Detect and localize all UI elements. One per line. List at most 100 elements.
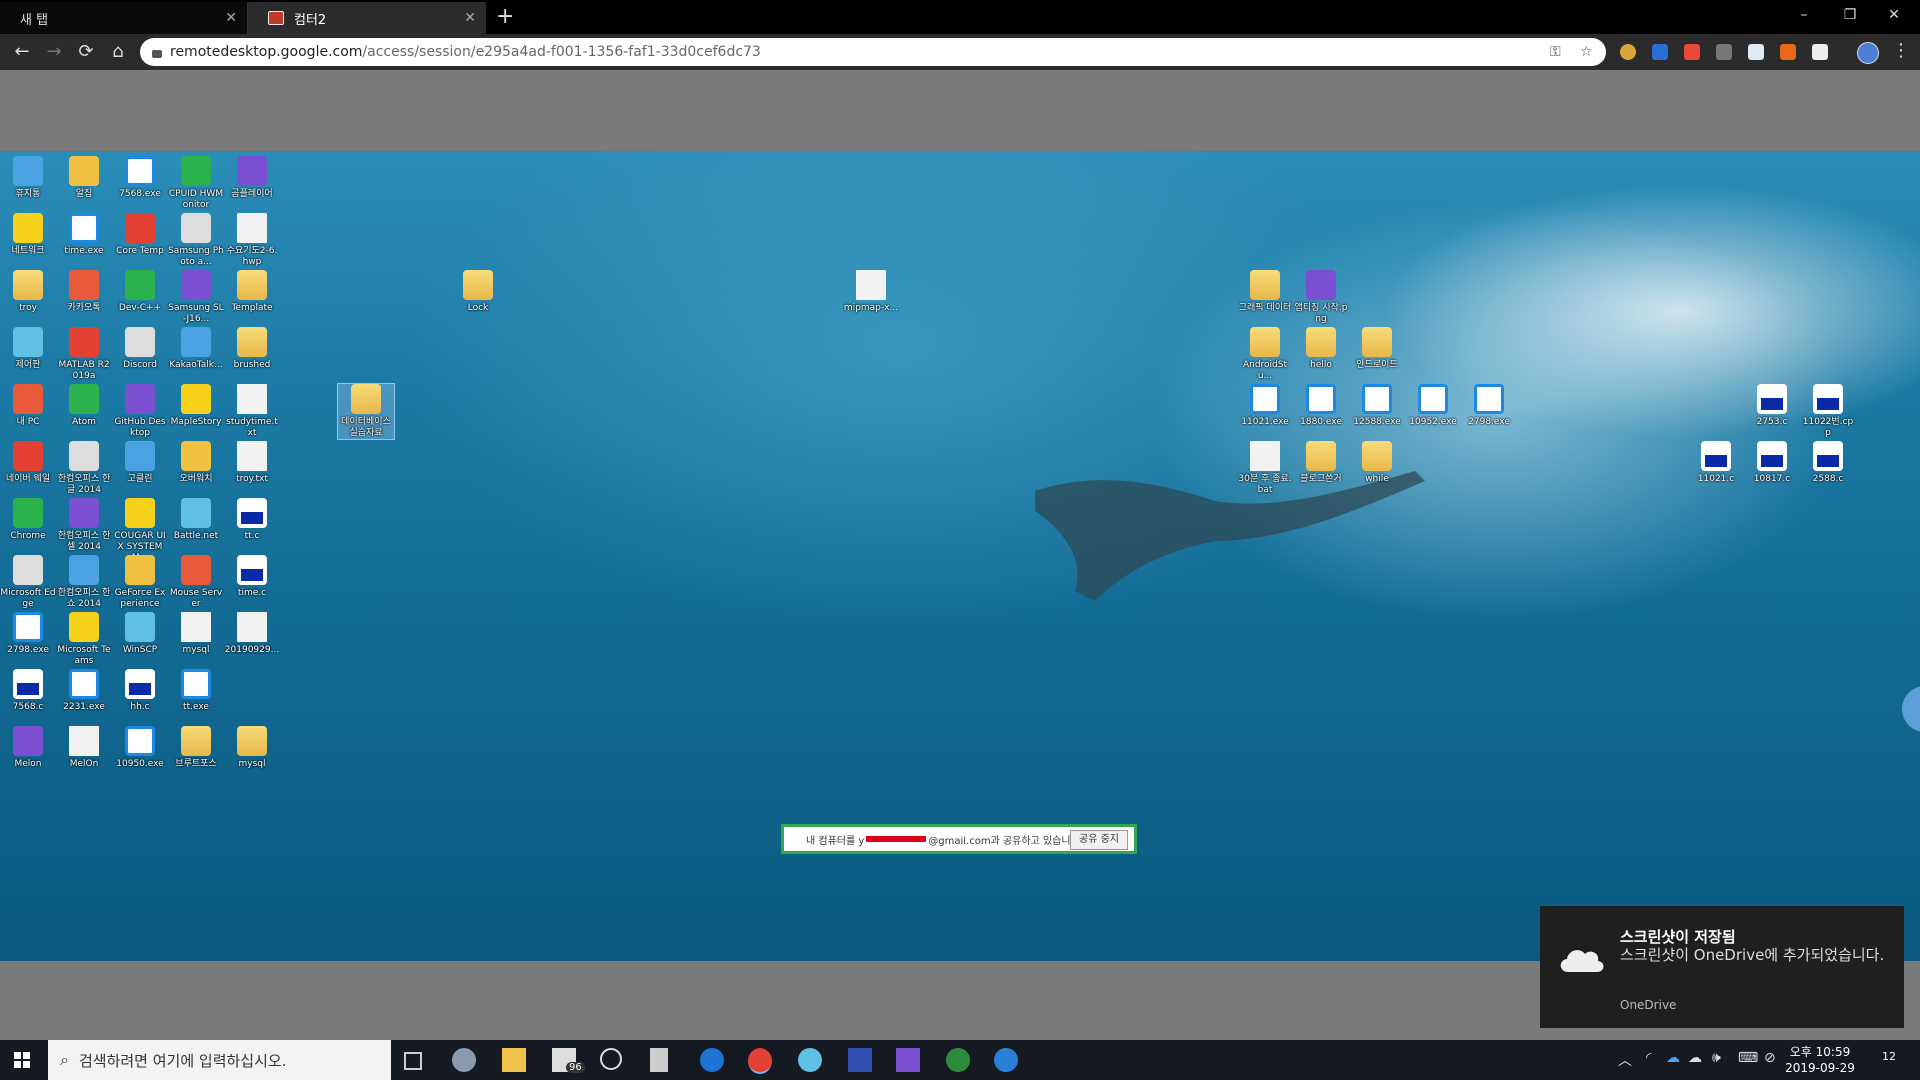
- desktop-icon[interactable]: WinSCP: [112, 612, 168, 656]
- alarm-clock-icon[interactable]: [600, 1048, 622, 1070]
- desktop-icon[interactable]: 안드로이드: [1349, 327, 1405, 371]
- desktop-icon[interactable]: 그래픽 데이터: [1237, 270, 1293, 314]
- desktop-icon[interactable]: Template: [224, 270, 280, 314]
- menu-icon[interactable]: ⋮: [1892, 40, 1910, 61]
- desktop-icon[interactable]: 2798.exe: [1461, 384, 1517, 428]
- desktop-icon[interactable]: 30분 후 종료.bat: [1237, 441, 1293, 496]
- close-tab-icon[interactable]: ✕: [464, 10, 476, 26]
- extension-icon[interactable]: [1652, 44, 1668, 60]
- desktop-icon[interactable]: Melon: [0, 726, 56, 770]
- profile-avatar[interactable]: [1857, 42, 1879, 64]
- desktop-icon[interactable]: tt.exe: [168, 669, 224, 713]
- desktop-icon[interactable]: 휴지통: [0, 156, 56, 200]
- taskbar-search-input[interactable]: ⌕ 검색하려면 여기에 입력하십시오.: [48, 1040, 391, 1080]
- desktop-icon[interactable]: 곰플레이어: [224, 156, 280, 200]
- desktop-icon[interactable]: Chrome: [0, 498, 56, 542]
- chrome-icon[interactable]: [748, 1048, 772, 1074]
- forward-button[interactable]: →: [42, 40, 66, 64]
- extension-icon[interactable]: [1780, 44, 1796, 60]
- desktop-icon[interactable]: Microsoft Teams: [56, 612, 112, 667]
- remote-side-panel-handle[interactable]: [1902, 686, 1920, 732]
- internet-explorer-icon[interactable]: [994, 1048, 1018, 1072]
- desktop-icon[interactable]: Dev-C++: [112, 270, 168, 314]
- desktop-icon[interactable]: 브루트포스: [168, 726, 224, 770]
- desktop-icon[interactable]: tt.c: [224, 498, 280, 542]
- desktop-icon[interactable]: 내 PC: [0, 384, 56, 428]
- desktop-icon[interactable]: AndroidStu...: [1237, 327, 1293, 382]
- tab-remote-session[interactable]: 컴터2 ✕: [248, 2, 486, 34]
- onedrive-toast[interactable]: 스크린샷이 저장됨 스크린샷이 OneDrive에 추가되었습니다. OneDr…: [1540, 906, 1904, 1028]
- action-center-icon[interactable]: 12: [1882, 1050, 1904, 1070]
- desktop-icon[interactable]: studytime.txt: [224, 384, 280, 439]
- desktop-icon[interactable]: GeForce Experience: [112, 555, 168, 610]
- desktop-icon[interactable]: 12588.exe: [1349, 384, 1405, 428]
- desktop-icon[interactable]: 2798.exe: [0, 612, 56, 656]
- desktop-icon[interactable]: Battle.net: [168, 498, 224, 542]
- network-icon[interactable]: ◜: [1646, 1050, 1651, 1066]
- desktop-icon[interactable]: 2753.c: [1744, 384, 1800, 428]
- desktop-icon[interactable]: KakaoTalk...: [168, 327, 224, 371]
- desktop-icon[interactable]: mysql: [168, 612, 224, 656]
- desktop-icon[interactable]: Mouse Server: [168, 555, 224, 610]
- task-view-icon[interactable]: [404, 1052, 422, 1070]
- remote-desktop-view[interactable]: 휴지통 알집 7568.exe CPUID HWMonitor 곰플레이어네트워크 tim…: [0, 151, 1920, 961]
- desktop-icon[interactable]: 한컴오피스 한글 2014: [56, 441, 112, 496]
- edge-icon[interactable]: [700, 1048, 724, 1072]
- desktop-icon[interactable]: 1880.exe: [1293, 384, 1349, 428]
- close-tab-icon[interactable]: ✕: [225, 10, 237, 26]
- desktop-icon[interactable]: 7568.exe: [112, 156, 168, 200]
- home-button[interactable]: ⌂: [106, 40, 130, 64]
- desktop-icon[interactable]: MATLAB R2019a: [56, 327, 112, 382]
- desktop-icon[interactable]: 10817.c: [1744, 441, 1800, 485]
- file-explorer-icon[interactable]: [502, 1048, 526, 1072]
- desktop-icon[interactable]: 10952.exe: [1405, 384, 1461, 428]
- desktop-icon[interactable]: Samsung Photo a...: [168, 213, 224, 268]
- desktop-icon[interactable]: 네트워크: [0, 213, 56, 257]
- ime-icon[interactable]: ⊘: [1764, 1050, 1776, 1066]
- reload-button[interactable]: ⟳: [74, 40, 98, 64]
- app-icon[interactable]: [452, 1048, 476, 1072]
- desktop-icon[interactable]: Discord: [112, 327, 168, 371]
- desktop-icon[interactable]: time.c: [224, 555, 280, 599]
- desktop-icon[interactable]: 데이터베이스 실습자료: [337, 383, 395, 440]
- back-button[interactable]: ←: [10, 40, 34, 64]
- atom-icon[interactable]: [946, 1048, 970, 1072]
- desktop-icon[interactable]: hello: [1293, 327, 1349, 371]
- desktop-icon[interactable]: while: [1349, 441, 1405, 485]
- extension-icon[interactable]: [1716, 44, 1732, 60]
- desktop-icon[interactable]: mipmap-x...: [843, 270, 899, 314]
- bookmark-star-icon[interactable]: ☆: [1580, 44, 1593, 60]
- volume-icon[interactable]: 🕪: [1712, 1050, 1721, 1066]
- key-icon[interactable]: ⚿: [1550, 44, 1561, 60]
- desktop-icon[interactable]: 한컴오피스 한쇼 2014: [56, 555, 112, 610]
- whale-icon[interactable]: [798, 1048, 822, 1072]
- extension-icon[interactable]: [1812, 44, 1828, 60]
- desktop-icon[interactable]: 한컴오피스 한셀 2014: [56, 498, 112, 553]
- desktop-icon[interactable]: 알집: [56, 156, 112, 200]
- desktop-icon[interactable]: 10950.exe: [112, 726, 168, 770]
- desktop-icon[interactable]: 오버워치: [168, 441, 224, 485]
- onedrive-sync-icon[interactable]: ☁: [1688, 1050, 1702, 1066]
- desktop-icon[interactable]: 20190929...: [224, 612, 280, 656]
- desktop-icon[interactable]: 고클린: [112, 441, 168, 485]
- keyboard-icon[interactable]: ⌨: [1738, 1050, 1758, 1066]
- desktop-icon[interactable]: MelOn: [56, 726, 112, 770]
- desktop-icon[interactable]: 블로그쓴거: [1293, 441, 1349, 485]
- desktop-icon[interactable]: 11021.exe: [1237, 384, 1293, 428]
- desktop-icon[interactable]: GitHub Desktop: [112, 384, 168, 439]
- desktop-icon[interactable]: brushed: [224, 327, 280, 371]
- desktop-icon[interactable]: CPUID HWMonitor: [168, 156, 224, 211]
- desktop-icon[interactable]: mysql: [224, 726, 280, 770]
- desktop-icon[interactable]: troy: [0, 270, 56, 314]
- desktop-icon[interactable]: troy.txt: [224, 441, 280, 485]
- extension-icon[interactable]: [1748, 44, 1764, 60]
- desktop-icon[interactable]: 11021.c: [1688, 441, 1744, 485]
- calculator-icon[interactable]: [650, 1048, 668, 1072]
- desktop-icon[interactable]: 2588.c: [1800, 441, 1856, 485]
- tab-new-tab[interactable]: 새 탭 ✕: [0, 2, 248, 34]
- stop-sharing-button[interactable]: 공유 중지: [1070, 830, 1128, 850]
- desktop-icon[interactable]: Microsoft Edge: [0, 555, 56, 610]
- dev-cpp-icon[interactable]: [848, 1048, 872, 1072]
- close-window-button[interactable]: ✕: [1866, 0, 1920, 30]
- tray-expand-icon[interactable]: ︿: [1618, 1050, 1632, 1070]
